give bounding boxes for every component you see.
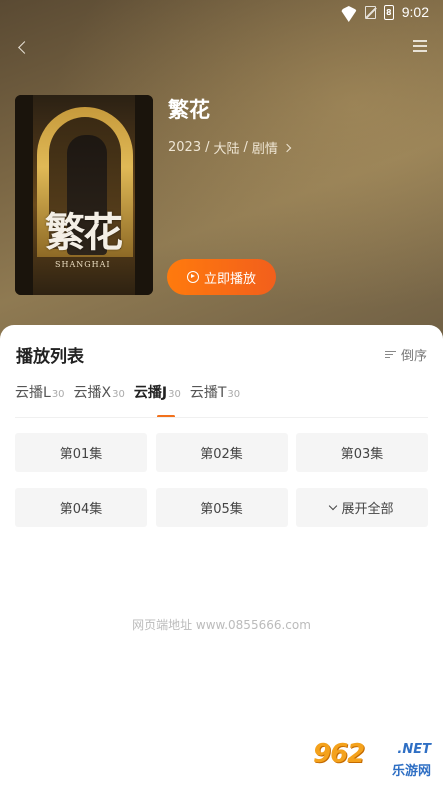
poster-subtitle: SHANGHAI [55,260,111,269]
chevron-right-icon [282,143,292,152]
sim-off-icon [364,5,376,19]
sort-icon [384,350,396,359]
source-tabs: 云播L30 云播X30 云播J30 云播T30 [15,382,249,402]
sort-label: 倒序 [400,349,427,364]
expand-all-label: 展开全部 [341,502,394,517]
source-name: 云播X [73,385,112,401]
watermark-net: .NET [397,742,431,757]
source-name: 云播T [189,385,227,401]
site-watermark: 962 .NET 乐游网 [307,739,437,781]
play-button-label: 立即播放 [203,271,256,287]
play-circle-icon [186,271,199,283]
playlist-title: 播放列表 [16,347,84,367]
source-name: 云播L [15,385,51,401]
tab-source-t[interactable]: 云播T30 [190,382,240,402]
meta-separator: / [205,140,210,155]
movie-poster: 繁花 SHANGHAI [15,95,153,295]
chevron-left-icon[interactable] [14,36,34,58]
sort-toggle[interactable]: 倒序 [384,345,427,364]
movie-region: 大陆 [213,142,240,157]
episode-button-01[interactable]: 第01集 [15,433,147,472]
episode-button-02[interactable]: 第02集 [155,433,288,472]
status-bar: 8 9:02 [0,0,443,24]
expand-all-button[interactable]: 展开全部 [296,488,428,527]
movie-genre: 剧情 [251,142,278,157]
poster-title: 繁花 [45,209,123,256]
watermark-name: 乐游网 [391,764,431,779]
battery-label: 8 [385,7,392,17]
episode-button-05[interactable]: 第05集 [155,488,288,527]
status-time: 9:02 [401,4,429,20]
movie-meta[interactable]: 2023 / 大陆 / 剧情 [168,138,292,157]
episode-button-04[interactable]: 第04集 [15,488,147,527]
tab-source-j[interactable]: 云播J30 [134,382,181,402]
battery-charging-icon: 8 [383,4,394,20]
play-now-button[interactable]: 立即播放 [167,259,276,295]
web-address-text: 网页端地址 www.0855666.com [132,618,311,632]
watermark-logo: 962 [313,739,365,769]
wifi-icon [341,6,357,18]
source-count: 30 [51,389,65,400]
movie-year: 2023 [168,140,202,155]
movie-title: 繁花 [168,98,210,122]
playlist-sheet: 播放列表 倒序 云播L30 云播X30 云播J30 云播T30 第01集 第02… [0,325,443,787]
meta-separator: / [243,140,248,155]
source-count: 30 [168,389,181,400]
source-name: 云播J [133,385,168,401]
divider [15,417,428,418]
episode-button-03[interactable]: 第03集 [296,433,428,472]
menu-icon[interactable] [413,40,427,52]
chevron-down-icon [329,501,338,510]
source-count: 30 [112,389,125,400]
episode-grid: 第01集 第02集 第03集 第04集 第05集 展开全部 [15,433,428,527]
tab-source-x[interactable]: 云播X30 [74,382,125,402]
source-count: 30 [227,389,241,400]
tab-source-l[interactable]: 云播L30 [15,382,65,402]
